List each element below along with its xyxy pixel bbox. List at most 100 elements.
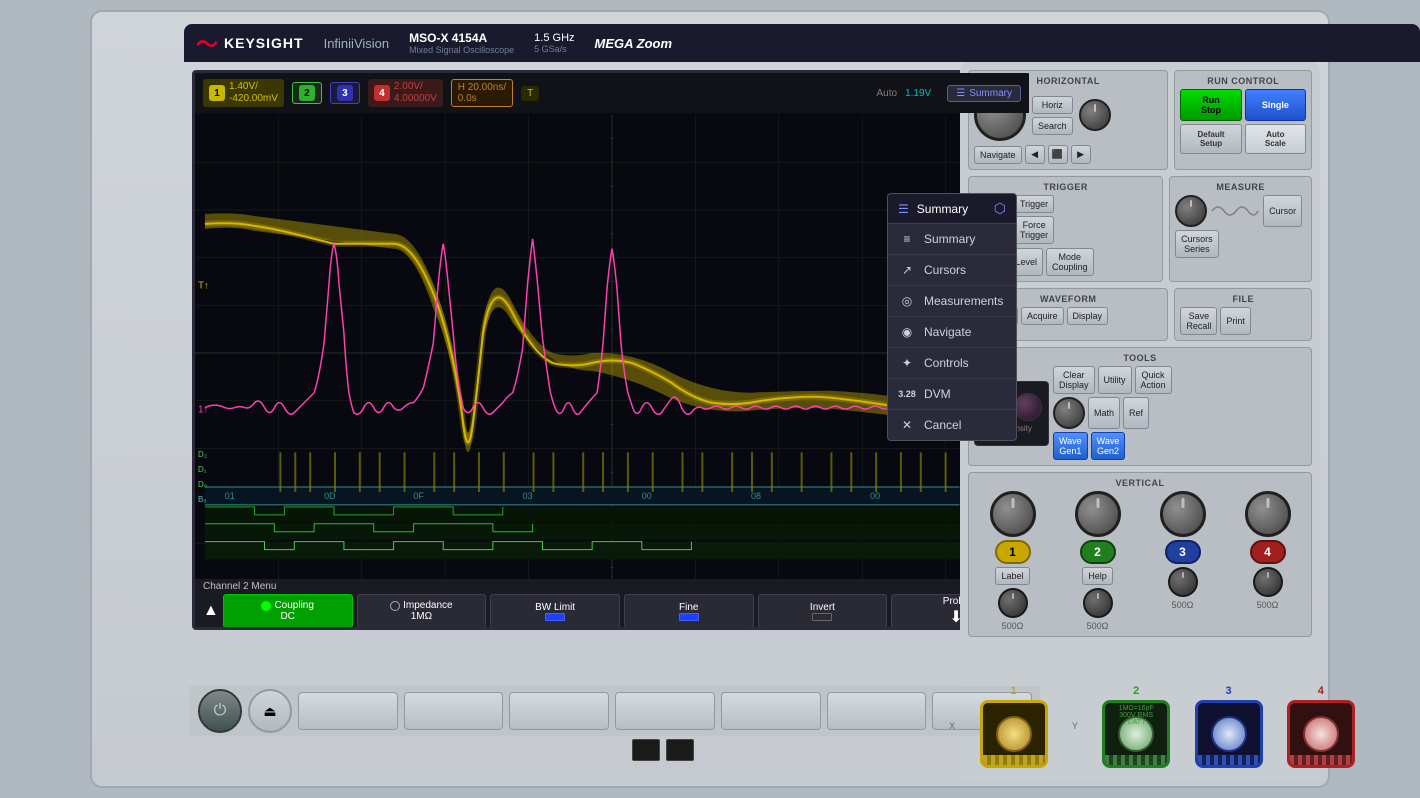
trigger-button[interactable]: Trigger [1014, 195, 1054, 213]
oscilloscope-body: 〜 KEYSIGHT InfiniiVision MSO-X 4154A Mix… [90, 10, 1330, 788]
ch4-label[interactable]: 4 2.00V/ 4.00000V [368, 79, 443, 107]
measure-panel-title: Measure [1175, 182, 1306, 192]
bnc-ch1-body[interactable] [980, 700, 1048, 768]
vert-ch4-fine-knob[interactable] [1253, 567, 1283, 597]
force-trigger-button[interactable]: ForceTrigger [1014, 216, 1054, 244]
label-button[interactable]: Label [995, 567, 1029, 585]
help-button[interactable]: Help [1082, 567, 1113, 585]
run-stop-button[interactable]: RunStop [1180, 89, 1241, 121]
bnc-ch4-teeth [1290, 755, 1352, 765]
channel-bar: 1 1.40V/ -420.00mV 2 3 4 2.00V/ 4.00000V [195, 73, 1029, 113]
impedance-button[interactable]: Impedance 1MΩ [357, 594, 487, 628]
measurements-menu-icon: ◎ [898, 294, 916, 308]
vert-ch4-knob[interactable] [1245, 491, 1291, 537]
dropdown-item-measurements[interactable]: ◎ Measurements [888, 286, 1016, 317]
softkey-1[interactable] [298, 692, 398, 730]
zoom-knob[interactable] [1079, 99, 1111, 131]
cursors-series-button[interactable]: CursorsSeries [1175, 230, 1219, 258]
timebase-label[interactable]: H 20.00ns/ 0.0s [451, 79, 513, 107]
summary-menu-icon: ≡ [898, 232, 916, 246]
summary-icon: ☰ [956, 88, 965, 99]
prev-button[interactable]: ◀ [1025, 145, 1045, 164]
coupling-value: DC [280, 611, 294, 622]
auto-scale-button[interactable]: AutoScale [1245, 124, 1306, 154]
eject-button[interactable]: ⏏ [248, 689, 292, 733]
bnc-ch3-inner [1211, 716, 1247, 752]
math-button[interactable]: Math [1088, 397, 1120, 429]
ch4-vert-button[interactable]: 4 [1250, 540, 1286, 564]
wave-gen1-button[interactable]: WaveGen1 [1053, 432, 1088, 460]
softkey-5[interactable] [721, 692, 821, 730]
ch3-vert-button[interactable]: 3 [1165, 540, 1201, 564]
dropdown-item-cursors[interactable]: ↗ Cursors [888, 255, 1016, 286]
tools-row2: Math Ref [1053, 397, 1306, 429]
vert-ch3-fine-knob[interactable] [1168, 567, 1198, 597]
single-button[interactable]: Single [1245, 89, 1306, 121]
time-delay: 0.0s [458, 93, 477, 104]
dropdown-item-controls[interactable]: ✦ Controls [888, 348, 1016, 379]
vert-ch1-knob[interactable] [990, 491, 1036, 537]
cursors-menu-icon: ↗ [898, 263, 916, 277]
softkey-3[interactable] [509, 692, 609, 730]
dropdown-item-cancel[interactable]: ✕ Cancel [888, 410, 1016, 440]
power-button[interactable]: ⏻ [198, 689, 242, 733]
dropdown-menu: ☰ Summary ⬡ ≡ Summary ↗ Cursors ◎ Measur… [887, 193, 1017, 441]
vert-ch1-fine-knob[interactable] [998, 588, 1028, 618]
usb-port-1[interactable] [632, 739, 660, 761]
vert-ch2-knob[interactable] [1075, 491, 1121, 537]
clear-display-button[interactable]: ClearDisplay [1053, 366, 1095, 394]
invert-button[interactable]: Invert [758, 594, 888, 628]
navigate-button[interactable]: Navigate [974, 146, 1022, 164]
coupling-button[interactable]: Coupling DC [223, 594, 353, 628]
softkey-2[interactable] [404, 692, 504, 730]
measure-knob[interactable] [1175, 195, 1207, 227]
bnc-ch2: 2 1MΩ=16pF300V RMSCAT I [1102, 685, 1170, 768]
dropdown-item-dvm[interactable]: 3.28 DVM [888, 379, 1016, 410]
quick-action-button[interactable]: QuickAction [1135, 366, 1172, 394]
model-info: MSO-X 4154A Mixed Signal Oscilloscope [409, 31, 514, 55]
save-recall-button[interactable]: SaveRecall [1180, 307, 1217, 335]
vert-ch2-fine-knob[interactable] [1083, 588, 1113, 618]
wave-gen2-button[interactable]: WaveGen2 [1091, 432, 1126, 460]
tools-knob[interactable] [1053, 397, 1085, 429]
fine-button[interactable]: Fine [624, 594, 754, 628]
measurements-menu-label: Measurements [924, 294, 1003, 308]
bnc-ch4-body[interactable] [1287, 700, 1355, 768]
dropdown-item-summary[interactable]: ≡ Summary [888, 224, 1016, 255]
horiz-button[interactable]: Horiz [1032, 96, 1073, 114]
bnc-ch4-inner [1303, 716, 1339, 752]
bnc-ch2-body[interactable]: 1MΩ=16pF300V RMSCAT I [1102, 700, 1170, 768]
stop-button[interactable]: ⬛ [1048, 145, 1068, 164]
ch2-vert-button[interactable]: 2 [1080, 540, 1116, 564]
next-button[interactable]: ▶ [1071, 145, 1091, 164]
cat-label: 1MΩ=16pF300V RMSCAT I [1119, 705, 1154, 726]
usb-port-2[interactable] [666, 739, 694, 761]
color-knob[interactable] [1014, 393, 1042, 421]
bnc-ch3-label: 3 [1225, 685, 1231, 697]
cursor-button[interactable]: Cursor [1263, 195, 1302, 227]
ch3-label[interactable]: 3 [330, 82, 360, 104]
svg-text:D₀: D₀ [198, 480, 207, 489]
trigger-label[interactable]: T [521, 86, 539, 101]
vert-ch3-knob[interactable] [1160, 491, 1206, 537]
acquire-button[interactable]: Acquire [1021, 307, 1064, 325]
utility-button[interactable]: Utility [1098, 366, 1132, 394]
print-button[interactable]: Print [1220, 307, 1251, 335]
svg-text:0D: 0D [324, 491, 336, 501]
ch1-label[interactable]: 1 1.40V/ -420.00mV [203, 79, 284, 107]
bwlimit-button[interactable]: BW Limit [490, 594, 620, 628]
menu-up-arrow[interactable]: ▲ [203, 602, 219, 620]
softkey-6[interactable] [827, 692, 927, 730]
ch2-label[interactable]: 2 [292, 82, 322, 104]
mode-coupling-button[interactable]: ModeCoupling [1046, 248, 1094, 276]
display-button[interactable]: Display [1067, 307, 1109, 325]
dropdown-item-navigate[interactable]: ◉ Navigate [888, 317, 1016, 348]
summary-button[interactable]: ☰ Summary [947, 85, 1021, 102]
ch1-vert-button[interactable]: 1 [995, 540, 1031, 564]
ch1-volt: 1.40V/ [229, 81, 278, 93]
default-setup-button[interactable]: DefaultSetup [1180, 124, 1241, 154]
ref-button[interactable]: Ref [1123, 397, 1149, 429]
bnc-ch3-body[interactable] [1195, 700, 1263, 768]
search-button[interactable]: Search [1032, 117, 1073, 135]
softkey-4[interactable] [615, 692, 715, 730]
